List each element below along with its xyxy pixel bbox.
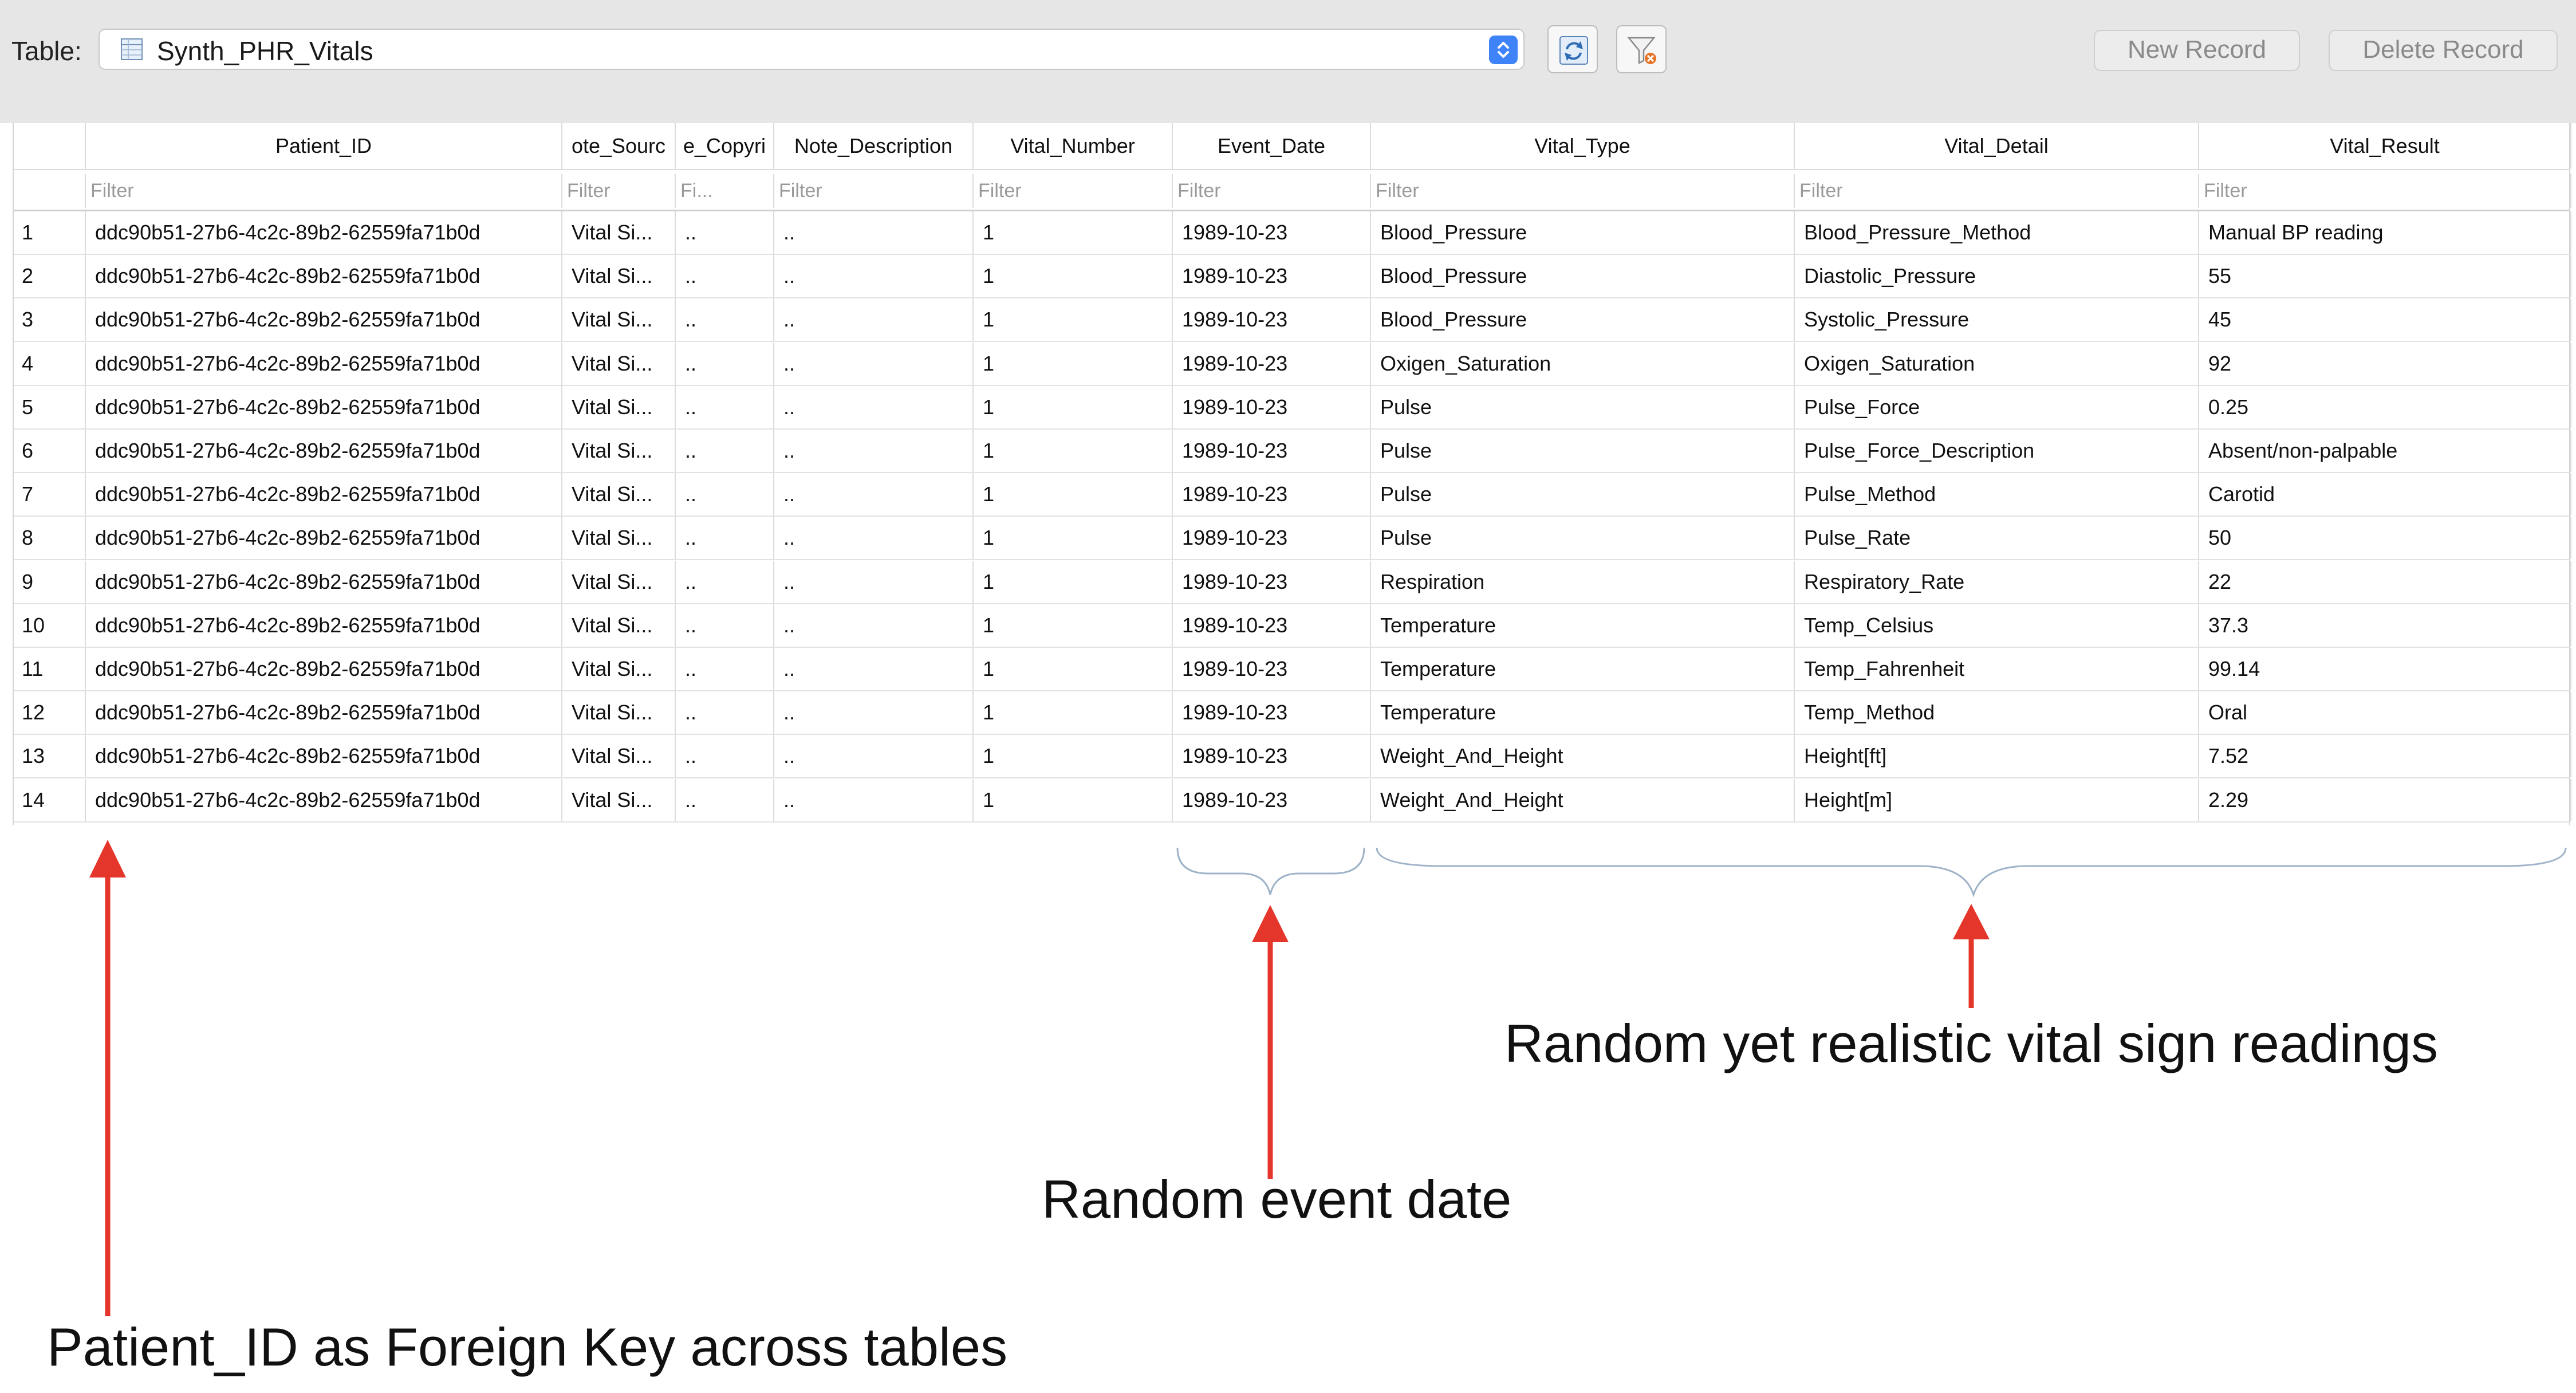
annotation-vitals: Random yet realistic vital sign readings: [1504, 1013, 2439, 1073]
annotation-event-date: Random event date: [1042, 1169, 1512, 1229]
patient-id-arrow: [89, 840, 126, 1316]
annotation-patient-id: Patient_ID as Foreign Key across tables: [47, 1317, 1008, 1377]
event-date-arrow: [1252, 905, 1289, 1179]
event-date-brace: [1176, 847, 1365, 895]
vitals-arrow: [1953, 904, 1990, 1008]
vitals-brace: [1376, 847, 2567, 898]
